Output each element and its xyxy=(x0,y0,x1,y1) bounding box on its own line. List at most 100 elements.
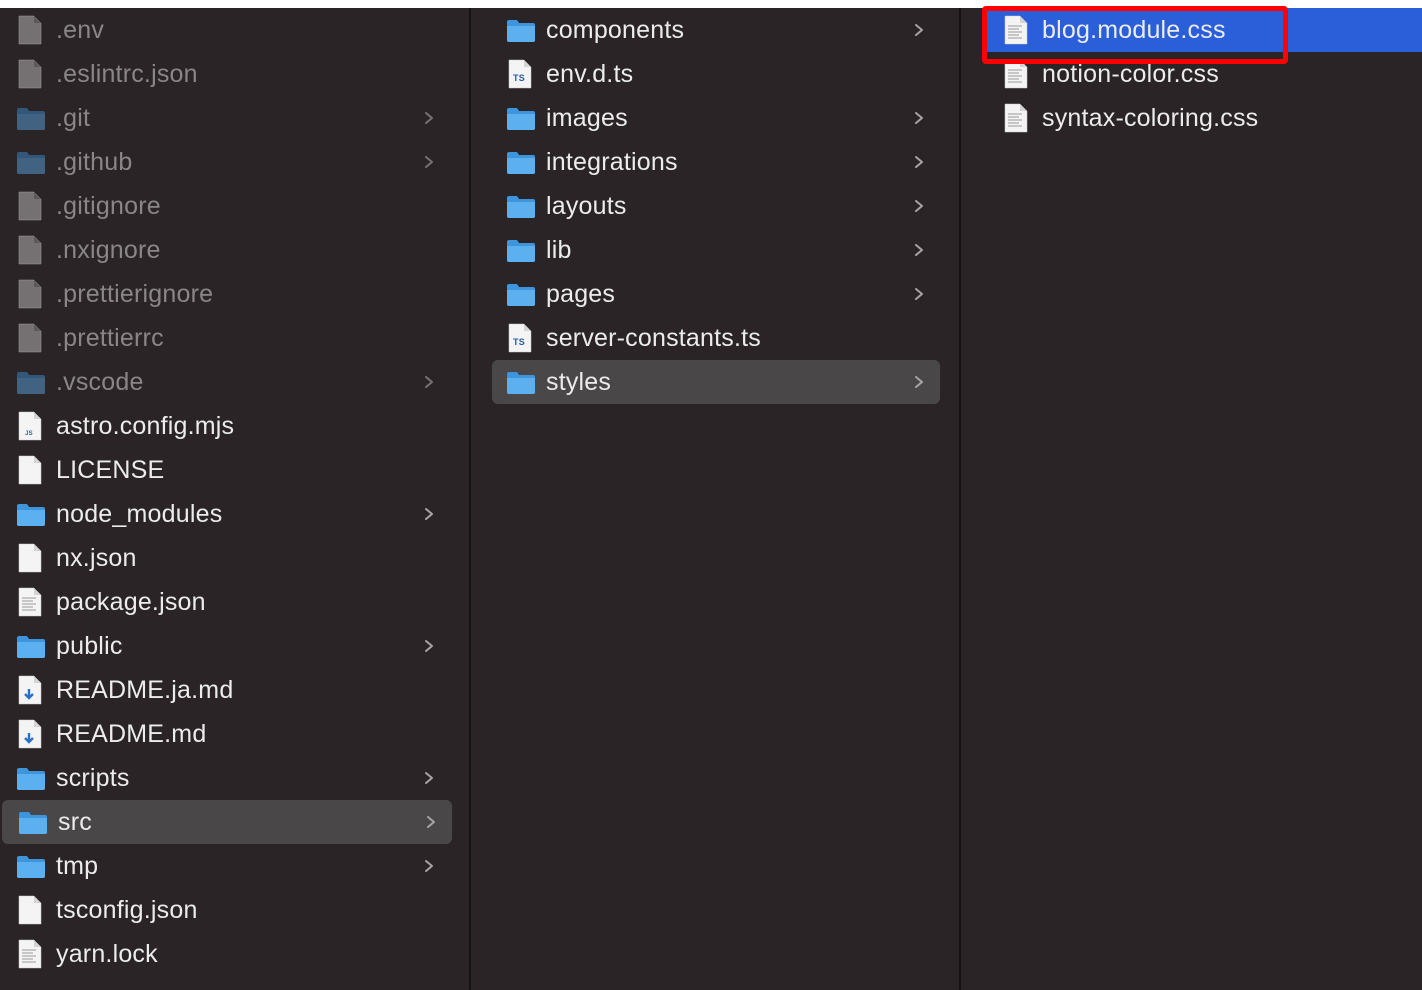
document-icon xyxy=(16,895,46,925)
document-icon xyxy=(16,455,46,485)
folder-item-vscode[interactable]: .vscode xyxy=(0,360,450,404)
chevron-right-icon xyxy=(420,148,440,176)
folder-item-images[interactable]: images xyxy=(492,96,940,140)
file-item-package-json[interactable]: package.json xyxy=(0,580,450,624)
chevron-right-icon xyxy=(420,368,440,396)
item-label: lib xyxy=(546,235,572,264)
item-label: public xyxy=(56,631,123,660)
folder-item-lib[interactable]: lib xyxy=(492,228,940,272)
folder-item-github[interactable]: .github xyxy=(0,140,450,184)
file-item-readme-md[interactable]: README.md xyxy=(0,712,450,756)
chevron-right-icon xyxy=(420,764,440,792)
file-item-astro-config-mjs[interactable]: JS astro.config.mjs xyxy=(0,404,450,448)
folder-item-node-modules[interactable]: node_modules xyxy=(0,492,450,536)
folder-item-integrations[interactable]: integrations xyxy=(492,140,940,184)
chevron-right-icon xyxy=(420,500,440,528)
file-item-nx-json[interactable]: nx.json xyxy=(0,536,450,580)
item-label: yarn.lock xyxy=(56,939,158,968)
item-label: node_modules xyxy=(56,499,223,528)
folder-item-layouts[interactable]: layouts xyxy=(492,184,940,228)
folder-icon xyxy=(506,191,536,221)
item-label: .vscode xyxy=(56,367,144,396)
chevron-right-icon xyxy=(910,280,930,308)
folder-icon xyxy=(16,631,46,661)
item-label: styles xyxy=(546,367,612,396)
typescript-file-icon: TS xyxy=(506,323,536,353)
folder-item-src[interactable]: src xyxy=(2,800,452,844)
file-item-prettierrc[interactable]: .prettierrc xyxy=(0,316,450,360)
item-label: images xyxy=(546,103,628,132)
file-item-env-d-ts[interactable]: TS env.d.ts xyxy=(492,52,940,96)
item-label: .prettierignore xyxy=(56,279,214,308)
item-label: tmp xyxy=(56,851,99,880)
file-item-server-constants-ts[interactable]: TS server-constants.ts xyxy=(492,316,940,360)
chevron-right-icon xyxy=(420,852,440,880)
folder-icon xyxy=(506,147,536,177)
css-file-icon xyxy=(1002,103,1032,133)
item-label: .eslintrc.json xyxy=(56,59,198,88)
markdown-file-icon xyxy=(16,719,46,749)
svg-text:TS: TS xyxy=(513,337,525,347)
item-label: env.d.ts xyxy=(546,59,634,88)
item-label: .gitignore xyxy=(56,191,161,220)
item-label: LICENSE xyxy=(56,455,165,484)
folder-item-pages[interactable]: pages xyxy=(492,272,940,316)
chevron-right-icon xyxy=(420,104,440,132)
item-label: tsconfig.json xyxy=(56,895,198,924)
document-icon xyxy=(16,59,46,89)
folder-item-public[interactable]: public xyxy=(0,624,450,668)
chevron-right-icon xyxy=(910,368,930,396)
document-icon xyxy=(16,15,46,45)
item-label: astro.config.mjs xyxy=(56,411,235,440)
item-label: .git xyxy=(56,103,91,132)
folder-item-components[interactable]: components xyxy=(492,8,940,52)
chevron-right-icon xyxy=(910,192,930,220)
svg-text:JS: JS xyxy=(25,431,33,437)
item-label: integrations xyxy=(546,147,678,176)
item-label: .github xyxy=(56,147,133,176)
document-icon xyxy=(16,279,46,309)
folder-icon xyxy=(18,807,48,837)
file-item-readme-ja-md[interactable]: README.ja.md xyxy=(0,668,450,712)
item-label: README.md xyxy=(56,719,207,748)
folder-icon xyxy=(506,15,536,45)
document-icon xyxy=(16,939,46,969)
file-item-yarn-lock[interactable]: yarn.lock xyxy=(0,932,450,976)
annotation-highlight-box xyxy=(982,6,1288,64)
item-label: nx.json xyxy=(56,543,137,572)
item-label: scripts xyxy=(56,763,130,792)
javascript-file-icon: JS xyxy=(16,411,46,441)
item-label: README.ja.md xyxy=(56,675,234,704)
folder-item-git[interactable]: .git xyxy=(0,96,450,140)
file-item-prettierignore[interactable]: .prettierignore xyxy=(0,272,450,316)
item-label: .env xyxy=(56,15,105,44)
chevron-right-icon xyxy=(910,236,930,264)
typescript-file-icon: TS xyxy=(506,59,536,89)
file-item-env[interactable]: .env xyxy=(0,8,450,52)
chevron-right-icon xyxy=(910,16,930,44)
chevron-right-icon xyxy=(420,632,440,660)
folder-icon xyxy=(16,499,46,529)
folder-item-styles[interactable]: styles xyxy=(492,360,940,404)
folder-icon xyxy=(16,367,46,397)
document-icon xyxy=(16,191,46,221)
folder-icon xyxy=(16,147,46,177)
file-item-eslintrc-json[interactable]: .eslintrc.json xyxy=(0,52,450,96)
folder-icon xyxy=(506,367,536,397)
file-item-nxignore[interactable]: .nxignore xyxy=(0,228,450,272)
folder-item-tmp[interactable]: tmp xyxy=(0,844,450,888)
folder-icon xyxy=(16,851,46,881)
document-icon xyxy=(16,235,46,265)
file-item-tsconfig-json[interactable]: tsconfig.json xyxy=(0,888,450,932)
folder-icon xyxy=(506,279,536,309)
item-label: pages xyxy=(546,279,616,308)
document-icon xyxy=(16,587,46,617)
folder-item-scripts[interactable]: scripts xyxy=(0,756,450,800)
item-label: .nxignore xyxy=(56,235,161,264)
item-label: package.json xyxy=(56,587,206,616)
file-item-license[interactable]: LICENSE xyxy=(0,448,450,492)
file-item-syntax-coloring-css[interactable]: syntax-coloring.css xyxy=(986,96,1416,140)
file-item-gitignore[interactable]: .gitignore xyxy=(0,184,450,228)
folder-icon xyxy=(506,235,536,265)
chevron-right-icon xyxy=(910,104,930,132)
